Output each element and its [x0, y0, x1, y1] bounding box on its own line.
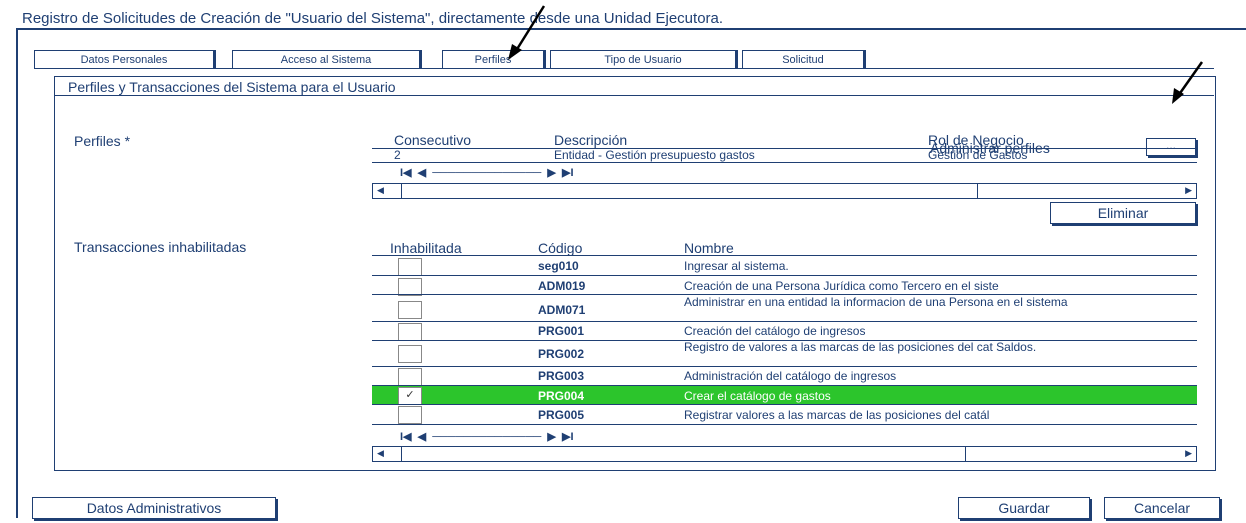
scroll-left-icon[interactable]: ◀: [377, 185, 384, 196]
panel-title: Perfiles y Transacciones del Sistema par…: [68, 79, 396, 95]
save-button[interactable]: Guardar: [958, 497, 1090, 519]
col-inhabilitada: Inhabilitada: [390, 240, 462, 256]
row-6-code: PRG004: [538, 389, 585, 403]
arrow-down-left-icon: [508, 5, 546, 60]
scroll-right-icon[interactable]: ▶: [1185, 185, 1192, 196]
scroll-right-icon[interactable]: ▶: [1185, 448, 1192, 459]
row-3-checkbox[interactable]: [398, 323, 422, 341]
row-0-code: seg010: [538, 259, 579, 273]
tab-tipo-usuario[interactable]: Tipo de Usuario: [550, 50, 736, 69]
arrow-down-left-icon: [1172, 61, 1204, 104]
tab-solicitud[interactable]: Solicitud: [742, 50, 864, 69]
tab-acceso-sistema[interactable]: Acceso al Sistema: [232, 50, 420, 69]
tab-bar: Datos Personales Acceso al Sistema Perfi…: [34, 50, 874, 70]
row-4-checkbox[interactable]: [398, 345, 422, 363]
col-consecutivo: Consecutivo: [394, 132, 472, 148]
row-4-name: Registro de valores a las marcas de las …: [684, 340, 1037, 354]
row-5-checkbox[interactable]: [398, 368, 422, 386]
profiles-pager[interactable]: I◀ ◀ ────────────── ▶ ▶I: [400, 166, 574, 179]
profiles-label: Perfiles *: [74, 133, 131, 149]
scroll-thumb-end: [977, 184, 978, 198]
profile-descripcion: Entidad - Gestión presupuesto gastos: [554, 148, 755, 162]
row-6-name: Crear el catálogo de gastos: [684, 389, 831, 403]
profiles-hscrollbar[interactable]: ◀ ▶: [372, 183, 1197, 199]
row-2-checkbox[interactable]: [398, 301, 422, 319]
profile-rol: Gestión de Gastos: [928, 148, 1028, 162]
transactions-label: Transacciones inhabilitadas: [74, 239, 247, 255]
scroll-left-icon[interactable]: ◀: [377, 448, 384, 459]
window-title: Registro de Solicitudes de Creación de "…: [22, 10, 724, 27]
row-7-name: Registrar valores a las marcas de las po…: [684, 408, 990, 422]
col-rol-negocio: Rol de Negocio: [928, 132, 1024, 148]
row-6-checkbox[interactable]: ✓: [398, 387, 422, 405]
row-1-name: Creación de una Persona Jurídica como Te…: [684, 279, 999, 293]
admin-data-button[interactable]: Datos Administrativos: [32, 497, 276, 519]
row-7-code: PRG005: [538, 408, 585, 422]
row-7-checkbox[interactable]: [398, 406, 422, 424]
delete-button[interactable]: Eliminar: [1050, 202, 1196, 224]
row-0-checkbox[interactable]: [398, 258, 422, 276]
row-2-code: ADM071: [538, 303, 586, 317]
row-divider: [372, 366, 1197, 367]
transactions-pager[interactable]: I◀ ◀ ────────────── ▶ ▶I: [400, 430, 574, 443]
title-divider: [16, 28, 1246, 30]
row-divider: [372, 321, 1197, 322]
tab-baseline: [34, 68, 1214, 69]
row-divider: [372, 424, 1197, 425]
row-2-name: Administrar en una entidad la informacio…: [684, 295, 1068, 309]
panel-title-divider: [54, 95, 1214, 96]
row-3-name: Creación del catálogo de ingresos: [684, 324, 866, 338]
left-border: [16, 28, 18, 518]
tab-datos-personales[interactable]: Datos Personales: [34, 50, 214, 69]
row-divider: [372, 385, 1197, 386]
scroll-thumb-end: [965, 447, 966, 461]
profiles-row-line: [372, 162, 1197, 163]
row-3-code: PRG001: [538, 324, 585, 338]
col-descripcion: Descripción: [554, 132, 628, 148]
row-0-name: Ingresar al sistema.: [684, 259, 789, 273]
row-divider: [372, 275, 1197, 276]
row-5-code: PRG003: [538, 369, 585, 383]
col-nombre: Nombre: [684, 240, 734, 256]
scroll-track-start: [401, 184, 402, 198]
cancel-button[interactable]: Cancelar: [1104, 497, 1220, 519]
table-row[interactable]: 2 Entidad - Gestión presupuesto gastos G…: [372, 148, 1197, 162]
col-codigo: Código: [538, 240, 583, 256]
transactions-header-line: [372, 255, 1197, 256]
check-icon: ✓: [405, 389, 415, 401]
transactions-hscrollbar[interactable]: ◀ ▶: [372, 446, 1197, 462]
row-5-name: Administración del catálogo de ingresos: [684, 369, 897, 383]
scroll-track-start: [401, 447, 402, 461]
profile-consecutivo: 2: [394, 148, 401, 162]
row-divider: [372, 404, 1197, 405]
row-4-code: PRG002: [538, 347, 585, 361]
row-1-code: ADM019: [538, 279, 586, 293]
